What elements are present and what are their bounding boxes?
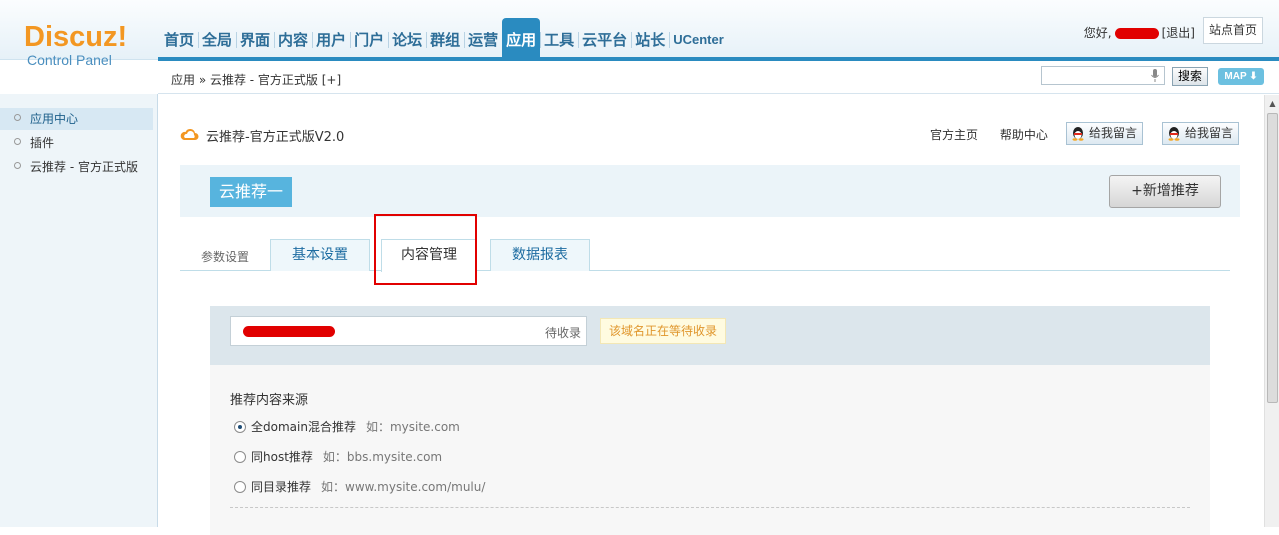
nav-webmaster[interactable]: 站长 xyxy=(631,18,669,58)
down-arrow-icon: ⬇ xyxy=(1249,71,1258,82)
official-home-link[interactable]: 官方主页 xyxy=(930,128,978,142)
vertical-scrollbar[interactable]: ▲ xyxy=(1264,95,1279,527)
domain-field[interactable]: 待收录 xyxy=(230,316,587,346)
nav-global[interactable]: 全局 xyxy=(198,18,236,58)
banner-title[interactable]: 云推荐一 xyxy=(210,177,293,207)
option-label: 全domain混合推荐 xyxy=(251,420,356,434)
domain-panel: 待收录 该域名正在等待收录 xyxy=(210,306,1210,365)
cloud-icon xyxy=(180,128,199,140)
bullet-icon xyxy=(14,162,21,169)
sidebar-item-label: 插件 xyxy=(30,136,55,150)
nav-home[interactable]: 首页 xyxy=(160,18,198,58)
nav-app[interactable]: 应用 xyxy=(502,18,541,58)
logout-link[interactable]: [退出] xyxy=(1162,26,1195,40)
nav-portal[interactable]: 门户 xyxy=(350,18,388,58)
tab-prefix-label: 参数设置 xyxy=(201,250,250,264)
help-center-link[interactable]: 帮助中心 xyxy=(1000,128,1048,142)
source-panel: 推荐内容来源 全domain混合推荐 如：mysite.com 同host推荐 如：… xyxy=(210,365,1210,535)
radio-button[interactable] xyxy=(234,451,246,463)
logo[interactable]: Discuz! Control Panel xyxy=(24,22,134,68)
nav-ucenter[interactable]: UCenter xyxy=(669,18,728,58)
tab-bar: 参数设置 基本设置 内容管理 数据报表 xyxy=(180,239,1230,272)
nav-forum[interactable]: 论坛 xyxy=(388,18,426,58)
map-button[interactable]: MAP ⬇ xyxy=(1218,68,1264,85)
option-label: 同host推荐 xyxy=(251,450,313,464)
qq-penguin-icon xyxy=(1168,127,1180,141)
leave-message-label: 给我留言 xyxy=(1089,126,1138,140)
top-links: 官方主页 帮助中心 xyxy=(930,126,1066,143)
sidebar-item-label: 应用中心 xyxy=(30,112,79,126)
plugin-title: 云推荐-官方正式版V2.0 xyxy=(179,126,344,145)
scroll-up-icon[interactable]: ▲ xyxy=(1265,99,1279,109)
leave-message-label: 给我留言 xyxy=(1185,126,1234,140)
radio-button[interactable] xyxy=(234,481,246,493)
search-input[interactable] xyxy=(1041,66,1165,85)
option-label: 同目录推荐 xyxy=(251,480,312,494)
nav-operation[interactable]: 运营 xyxy=(464,18,502,58)
user-area: 您好, [退出] xyxy=(1084,24,1195,41)
sidebar-item-plugins[interactable]: 插件 xyxy=(0,132,153,154)
highlight-box xyxy=(374,214,477,285)
nav-content[interactable]: 内容 xyxy=(274,18,312,58)
sidebar-item-cloud-recommend[interactable]: 云推荐 - 官方正式版 xyxy=(0,156,153,178)
nav-tools[interactable]: 工具 xyxy=(540,18,578,58)
nav-style[interactable]: 界面 xyxy=(236,18,274,58)
logo-brand: Discuz! xyxy=(24,21,128,53)
add-recommend-button[interactable]: +新增推荐 xyxy=(1109,175,1221,208)
domain-tip: 该域名正在等待收录 xyxy=(600,318,727,344)
nav-user[interactable]: 用户 xyxy=(312,18,350,58)
source-option-domain[interactable]: 全domain混合推荐 如：mysite.com xyxy=(234,419,460,435)
nav-cloud[interactable]: 云平台 xyxy=(578,18,631,58)
source-label: 推荐内容来源 xyxy=(230,393,309,408)
source-option-directory[interactable]: 同目录推荐 如：www.mysite.com/mulu/ xyxy=(234,479,485,495)
greeting: 您好, xyxy=(1083,26,1112,40)
nav-group[interactable]: 群组 xyxy=(426,18,464,58)
domain-status: 待收录 xyxy=(544,326,581,340)
radio-button[interactable] xyxy=(234,421,246,433)
sidebar: 应用中心 插件 云推荐 - 官方正式版 xyxy=(0,94,158,527)
search-button[interactable]: 搜索 xyxy=(1172,67,1208,86)
header: Discuz! Control Panel 首页 全局 界面 内容 用户 门户 … xyxy=(0,0,1279,68)
bullet-icon xyxy=(14,114,21,121)
leave-message-button[interactable]: 给我留言 xyxy=(1066,122,1143,145)
main-nav: 首页 全局 界面 内容 用户 门户 论坛 群组 运营 应用 工具 云平台 站长 … xyxy=(160,18,728,58)
redacted-username xyxy=(1114,28,1159,39)
leave-message-button-2[interactable]: 给我留言 xyxy=(1162,122,1239,145)
bullet-icon xyxy=(14,138,21,145)
tab-data-report[interactable]: 数据报表 xyxy=(490,239,590,271)
site-home-button[interactable]: 站点首页 xyxy=(1203,17,1263,44)
source-option-host[interactable]: 同host推荐 如：bbs.mysite.com xyxy=(234,449,442,465)
dashed-divider xyxy=(230,507,1190,508)
sidebar-item-app-center[interactable]: 应用中心 xyxy=(0,108,153,130)
tab-basic-settings[interactable]: 基本设置 xyxy=(270,239,370,271)
map-label: MAP xyxy=(1224,71,1247,82)
microphone-icon[interactable] xyxy=(1151,69,1159,82)
qq-penguin-icon xyxy=(1072,127,1084,141)
option-example: 如：bbs.mysite.com xyxy=(322,450,443,464)
sidebar-item-label: 云推荐 - 官方正式版 xyxy=(30,160,138,174)
option-example: 如：www.mysite.com/mulu/ xyxy=(321,480,486,494)
plugin-title-text: 云推荐-官方正式版V2.0 xyxy=(206,130,345,145)
recommend-banner: 云推荐一 +新增推荐 xyxy=(180,165,1240,217)
scroll-thumb[interactable] xyxy=(1267,113,1278,403)
main-content: 云推荐-官方正式版V2.0 官方主页 帮助中心 给我留言 给我留言 云推荐一 +… xyxy=(159,95,1264,535)
option-example: 如：mysite.com xyxy=(365,420,460,434)
redacted-domain xyxy=(243,326,335,337)
subbar: 应用 » 云推荐 - 官方正式版 [+] 搜索 MAP ⬇ xyxy=(158,61,1279,94)
logo-subtitle: Control Panel xyxy=(27,52,112,68)
breadcrumb[interactable]: 应用 » 云推荐 - 官方正式版 [+] xyxy=(171,71,341,88)
